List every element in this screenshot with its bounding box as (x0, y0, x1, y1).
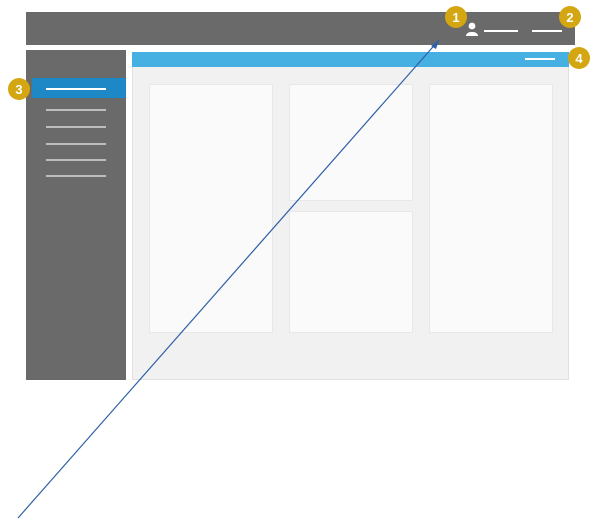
callout-badge-1: 1 (445, 6, 467, 28)
callout-badge-2: 2 (559, 6, 581, 28)
pointer-line (17, 39, 440, 519)
callout-badge-4: 4 (568, 47, 590, 69)
callout-label-3: 3 (15, 81, 23, 97)
callout-label-2: 2 (566, 9, 574, 25)
callout-label-1: 1 (452, 9, 460, 25)
callout-label-4: 4 (575, 50, 583, 66)
callout-badge-3: 3 (8, 78, 30, 100)
